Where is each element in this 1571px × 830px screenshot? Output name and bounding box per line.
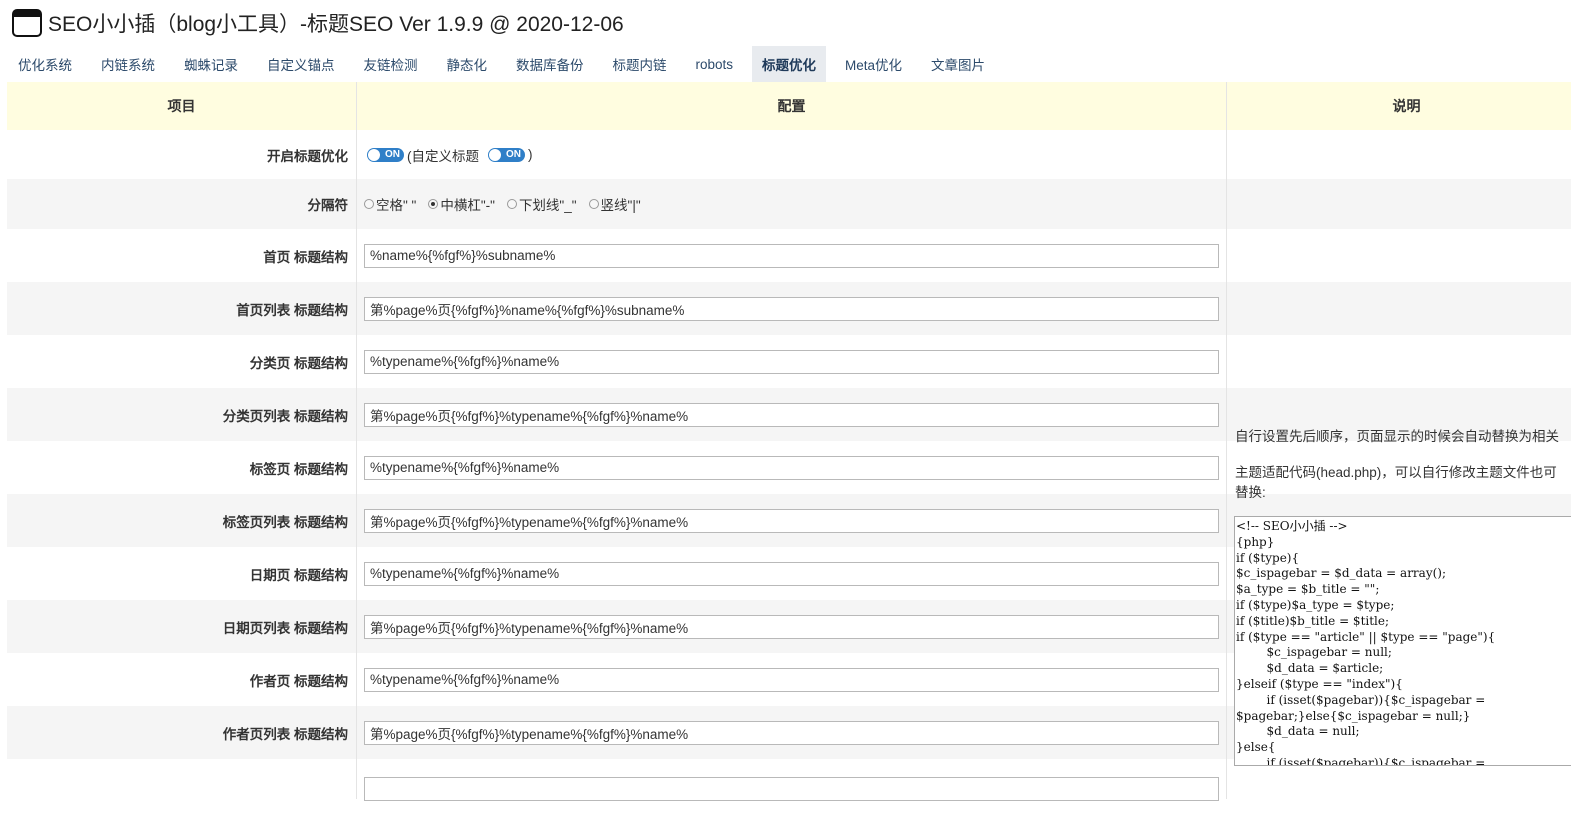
partial-input[interactable] [364,777,1219,801]
separator-radio-dash[interactable]: 中横杠"-" [428,194,495,214]
settings-table: 项目 配置 说明 开启标题优化 ON (自定义标题 ON ) 分隔符 空格" "… [7,82,1571,801]
row-label: 分隔符 [7,179,357,229]
row-label: 分类页 标题结构 [7,335,357,388]
tab-meta-optimize[interactable]: Meta优化 [835,46,912,82]
tab-bar: 优化系统 内链系统 蜘蛛记录 自定义锚点 友链检测 静态化 数据库备份 标题内链… [0,46,1571,82]
tab-static[interactable]: 静态化 [437,46,498,82]
tag-list-title-input[interactable] [364,508,1219,533]
row-label: 分类页列表 标题结构 [7,388,357,441]
custom-title-label: (自定义标题 [407,148,479,164]
home-title-input[interactable] [364,243,1219,268]
row-label: 首页列表 标题结构 [7,282,357,335]
custom-title-toggle[interactable]: ON [488,147,525,162]
row-label: 作者页列表 标题结构 [7,706,357,759]
theme-code-textarea[interactable]: <!-- SEO小小插 --> {php} if ($type){ $c_isp… [1234,516,1571,766]
desc-line-3: 替换: [1235,485,1266,500]
radio-icon [506,199,517,209]
row-label: 日期页列表 标题结构 [7,600,357,653]
date-title-input[interactable] [364,561,1219,586]
row-config: ON (自定义标题 ON ) [357,130,1227,179]
row-label: 首页 标题结构 [7,229,357,282]
home-list-title-input[interactable] [364,296,1219,321]
category-list-title-input[interactable] [364,402,1219,427]
header-config: 配置 [357,82,1227,130]
desc-line-1: 自行设置先后顺序，页面显示的时候会自动替换为相关 [1235,429,1559,444]
tab-spider-log[interactable]: 蜘蛛记录 [174,46,248,82]
separator-radio-underscore[interactable]: 下划线"_" [506,194,577,214]
tab-optimize-system[interactable]: 优化系统 [8,46,82,82]
author-title-input[interactable] [364,667,1219,692]
app-header: SEO小小插（blog小工具）-标题SEO Ver 1.9.9 @ 2020-1… [0,0,1571,46]
row-label: 开启标题优化 [7,130,357,179]
tab-custom-anchor[interactable]: 自定义锚点 [257,46,345,82]
description-cell: 自行设置先后顺序，页面显示的时候会自动替换为相关 主题适配代码(head.php… [1227,130,1571,830]
radio-selected-icon [428,199,439,209]
page-title: SEO小小插（blog小工具）-标题SEO Ver 1.9.9 @ 2020-1… [48,13,624,36]
tab-title-optimize[interactable]: 标题优化 [752,46,827,82]
row-label: 标签页列表 标题结构 [7,494,357,547]
paren-close: ) [528,147,533,162]
date-list-title-input[interactable] [364,614,1219,639]
window-icon [12,9,42,37]
tab-title-internal-link[interactable]: 标题内链 [603,46,677,82]
separator-radio-pipe[interactable]: 竖线"|" [588,194,641,214]
radio-icon [588,199,599,209]
category-title-input[interactable] [364,349,1219,374]
radio-icon [364,199,374,209]
header-item: 项目 [7,82,357,130]
tab-article-images[interactable]: 文章图片 [921,46,995,82]
tab-internal-link-system[interactable]: 内链系统 [91,46,165,82]
separator-radio-space[interactable]: 空格" " [364,194,416,214]
table-header-row: 项目 配置 说明 [7,82,1571,130]
row-label: 标签页 标题结构 [7,441,357,494]
tag-title-input[interactable] [364,455,1219,480]
tab-robots[interactable]: robots [686,46,744,82]
row-label: 作者页 标题结构 [7,653,357,706]
title-optimize-toggle[interactable]: ON [367,147,404,162]
header-desc: 说明 [1227,82,1571,130]
author-list-title-input[interactable] [364,720,1219,745]
desc-line-2: 主题适配代码(head.php)，可以自行修改主题文件也可 [1235,465,1557,480]
tab-db-backup[interactable]: 数据库备份 [506,46,594,82]
row-config: 空格" " 中横杠"-" 下划线"_" 竖线"|" [357,179,1227,229]
row-label: 日期页 标题结构 [7,547,357,600]
tab-friend-link-check[interactable]: 友链检测 [354,46,428,82]
